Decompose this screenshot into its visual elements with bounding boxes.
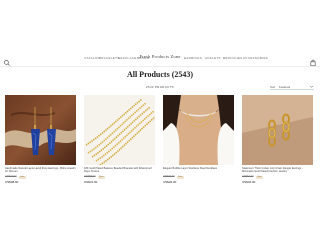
brand-logo[interactable]: Fresh Products Zone — [0, 54, 320, 59]
sale-price: US$34.00 — [242, 179, 256, 184]
compare-price: US$58.00 — [84, 175, 96, 178]
sale-price: US$26.00 — [163, 179, 177, 184]
product-name[interactable]: Statement Thick Cuban Link Chain Dangle … — [242, 167, 313, 174]
product-name[interactable]: Handmade Natural Lapis Lazuli Drop Earri… — [5, 167, 76, 174]
product-image-necklace-model[interactable] — [163, 95, 234, 165]
price-row: US$72.00 Sale — [5, 175, 76, 179]
sale-badge: Sale — [97, 176, 105, 179]
search-icon[interactable] — [3, 54, 11, 66]
price-row: US$49.00 Sale — [163, 175, 234, 179]
price-row: US$64.00 Sale — [242, 175, 313, 179]
sale-price: US$31.00 — [84, 179, 98, 184]
product-card[interactable]: 18K Gold Plated Balance Beaded Bracelet … — [84, 95, 155, 184]
product-name[interactable]: 18K Gold Plated Balance Beaded Bracelet … — [84, 167, 155, 174]
nav-item-accessories[interactable]: Accessories — [243, 56, 268, 60]
sale-badge: Sale — [18, 176, 26, 179]
product-image-bracelets-gold[interactable] — [84, 95, 155, 165]
sort-select[interactable]: Sort Featured — [270, 84, 314, 90]
compare-price: US$72.00 — [5, 175, 17, 178]
sale-badge: Sale — [255, 176, 263, 179]
product-card[interactable]: Handmade Natural Lapis Lazuli Drop Earri… — [5, 95, 76, 184]
page-title: All Products (2543) — [126, 70, 194, 79]
product-image-earrings-lapis[interactable] — [5, 95, 76, 165]
product-name[interactable]: Elegant Bubble Layer Stainless Steel Nec… — [163, 167, 234, 174]
nav-item-anklets[interactable]: Anklets — [205, 56, 221, 60]
compare-price: US$64.00 — [242, 175, 254, 178]
product-image-chain-earrings[interactable] — [242, 95, 313, 165]
nav-item-brooches[interactable]: Brooches — [223, 56, 243, 60]
main-nav: Catalog Bracelets Necklaces Rings Fresh … — [0, 50, 320, 66]
price-row: US$58.00 Sale — [84, 175, 155, 179]
sale-price: US$38.00 — [5, 179, 19, 184]
chevron-down-icon — [309, 84, 314, 89]
product-grid: Handmade Natural Lapis Lazuli Drop Earri… — [5, 95, 315, 195]
sale-badge: Sale — [176, 176, 184, 179]
nav-item-earrings[interactable]: Earrings — [184, 56, 202, 60]
header-divider — [0, 66, 320, 67]
shopping-bag-icon[interactable] — [309, 54, 317, 67]
sort-label: Sort — [270, 85, 276, 89]
product-card[interactable]: Elegant Bubble Layer Stainless Steel Nec… — [163, 95, 234, 184]
sort-value: Featured — [279, 85, 291, 89]
header: Catalog Bracelets Necklaces Rings Fresh … — [0, 50, 320, 67]
product-card[interactable]: Statement Thick Cuban Link Chain Dangle … — [242, 95, 313, 184]
compare-price: US$49.00 — [163, 175, 175, 178]
